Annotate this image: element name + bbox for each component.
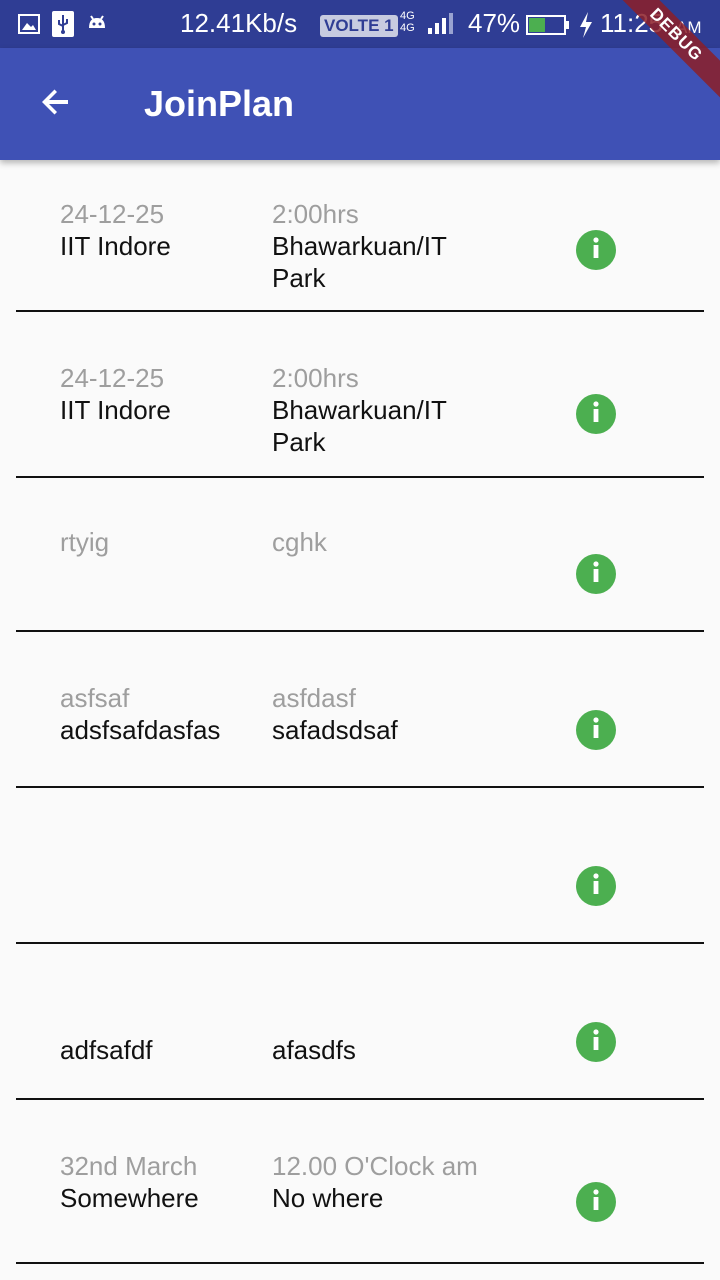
- plan-duration: 12.00 O'Clock am: [272, 1151, 478, 1181]
- status-bar: 12.41Kb/s VOLTE 1 4G 4G 47% 11:25 AM: [0, 0, 720, 48]
- list-item[interactable]: [16, 788, 704, 944]
- plan-to: afasdfs: [272, 1035, 356, 1065]
- info-button[interactable]: [576, 710, 616, 750]
- info-icon: [576, 1180, 616, 1225]
- plan-date: [60, 1002, 260, 1034]
- android-icon: [86, 13, 108, 35]
- info-button[interactable]: [576, 1182, 616, 1222]
- list-item[interactable]: adfsafdf afasdfs: [16, 944, 704, 1100]
- list-item[interactable]: 32nd March Somewhere 12.00 O'Clock am No…: [16, 1100, 704, 1264]
- plan-to: No where: [272, 1183, 384, 1213]
- page-title: JoinPlan: [144, 83, 295, 124]
- info-button[interactable]: [576, 554, 616, 594]
- plan-to: Bhawarkuan/IT Park: [272, 395, 447, 457]
- app-screen: 12.41Kb/s VOLTE 1 4G 4G 47% 11:25 AM Joi…: [0, 0, 720, 1280]
- app-bar: JoinPlan: [0, 48, 720, 160]
- info-icon: [576, 552, 616, 597]
- plan-from: IIT Indore: [60, 231, 171, 261]
- plan-duration: [272, 1002, 482, 1034]
- plan-date: rtyig: [60, 527, 110, 557]
- back-button[interactable]: [28, 76, 84, 132]
- signal-icon: [426, 12, 460, 41]
- plan-date: 32nd March: [60, 1151, 198, 1181]
- arrow-back-icon: [38, 84, 74, 125]
- network-speed: 12.41Kb/s: [180, 8, 298, 38]
- list-item[interactable]: rtyig cghk: [16, 478, 704, 632]
- plan-duration: cghk: [272, 527, 327, 557]
- list-item[interactable]: asfsaf adsfsafdasfas asfdasf safadsdsaf: [16, 632, 704, 788]
- list-item[interactable]: 24-12-25 IIT Indore 2:00hrs Bhawarkuan/I…: [16, 314, 704, 478]
- plan-from: Somewhere: [60, 1183, 199, 1213]
- info-icon: [576, 708, 616, 753]
- info-icon: [576, 864, 616, 909]
- info-button[interactable]: [576, 394, 616, 434]
- plan-duration: 2:00hrs: [272, 199, 359, 229]
- gallery-icon: [18, 13, 40, 35]
- info-button[interactable]: [576, 230, 616, 270]
- list-item[interactable]: 24-12-25 IIT Indore 2:00hrs Bhawarkuan/I…: [16, 160, 704, 312]
- network-type: 4G 4G: [400, 10, 415, 34]
- battery-icon: [526, 14, 570, 41]
- plan-date: asfsaf: [60, 683, 130, 713]
- plan-date: 24-12-25: [60, 363, 165, 393]
- info-button[interactable]: [576, 1022, 616, 1062]
- charging-icon: [578, 12, 594, 43]
- battery-percent: 47%: [468, 8, 521, 38]
- info-icon: [576, 228, 616, 273]
- plan-from: IIT Indore: [60, 395, 171, 425]
- plan-duration: 2:00hrs: [272, 363, 359, 393]
- plan-from: adsfsafdasfas: [60, 715, 221, 745]
- plan-to: Bhawarkuan/IT Park: [272, 231, 447, 293]
- info-button[interactable]: [576, 866, 616, 906]
- usb-icon: [52, 11, 74, 37]
- plan-duration: asfdasf: [272, 683, 356, 713]
- info-icon: [576, 392, 616, 437]
- plan-to: safadsdsaf: [272, 715, 398, 745]
- info-icon: [576, 1020, 616, 1065]
- plan-from: adfsafdf: [60, 1035, 153, 1065]
- plan-date: 24-12-25: [60, 199, 165, 229]
- volte-badge: VOLTE 1: [320, 15, 398, 37]
